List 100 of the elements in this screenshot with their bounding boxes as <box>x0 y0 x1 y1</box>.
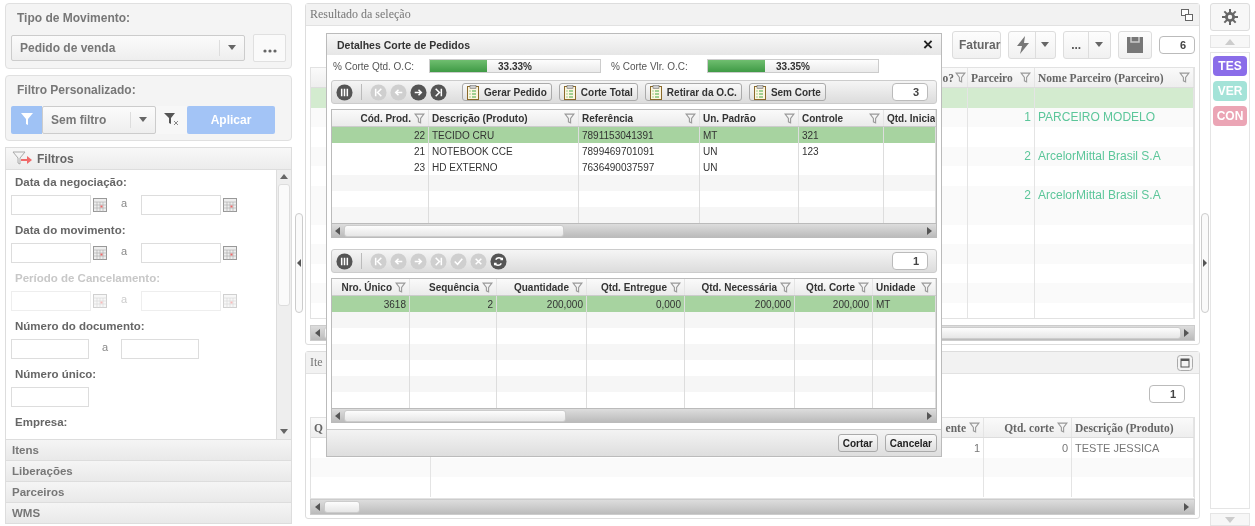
calendar-icon[interactable] <box>93 246 107 260</box>
scroll-thumb[interactable] <box>344 409 566 422</box>
calendar-icon[interactable] <box>223 198 237 212</box>
save-button[interactable] <box>1118 31 1152 59</box>
left-arrow-icon[interactable] <box>315 503 321 511</box>
settings-button[interactable] <box>1210 3 1250 31</box>
right-arrow-icon[interactable] <box>927 226 933 235</box>
scroll-thumb[interactable] <box>344 224 564 237</box>
accordion-section[interactable]: Liberações <box>5 461 292 482</box>
right-arrow-icon[interactable] <box>1184 503 1190 511</box>
calendar-icon[interactable] <box>93 198 107 212</box>
column-header[interactable]: Descrição (Produto) <box>1075 421 1174 434</box>
filter-icon[interactable] <box>858 281 869 293</box>
next-button[interactable] <box>410 83 427 101</box>
column-header[interactable]: Qtd. corte <box>987 421 1057 434</box>
action-button[interactable]: Gerar Pedido <box>462 83 552 101</box>
column-header[interactable]: Unidade <box>876 281 916 293</box>
column-header[interactable]: o? <box>942 71 954 84</box>
scroll-thumb[interactable] <box>324 501 360 513</box>
cut-button[interactable]: Cortar <box>837 434 878 452</box>
accordion-section[interactable]: WMS <box>5 503 292 524</box>
right-arrow-icon[interactable] <box>1184 329 1190 337</box>
left-arrow-icon[interactable] <box>315 329 321 337</box>
column-header[interactable]: Qtd. Corte <box>798 281 858 293</box>
column-header[interactable]: Qtd. Entregue <box>590 281 670 293</box>
filter-icon[interactable] <box>1179 72 1190 83</box>
column-header[interactable]: Controle <box>802 112 844 124</box>
column-header[interactable]: Descrição (Produto) <box>432 112 528 124</box>
column-header[interactable]: Cód. Prod. <box>335 112 414 124</box>
column-header[interactable]: Sequência <box>413 281 482 293</box>
filter-icon[interactable] <box>414 112 425 124</box>
column-header[interactable]: Parceiro <box>971 71 1013 84</box>
date-field[interactable] <box>141 243 221 263</box>
filter-icon[interactable] <box>1057 422 1068 433</box>
filter-button[interactable] <box>11 106 42 134</box>
right-arrow-icon[interactable] <box>927 411 933 420</box>
scroll-thumb[interactable] <box>278 184 290 306</box>
column-header[interactable]: Referência <box>582 112 634 124</box>
vertical-scrollbar[interactable] <box>276 170 291 439</box>
filter-icon[interactable] <box>1020 72 1031 83</box>
accordion-section[interactable]: Parceiros <box>5 482 292 503</box>
selected-row[interactable]: 22 TECIDO CRU 7891153041391 MT 321 <box>332 127 936 143</box>
column-header[interactable]: Quantidade <box>500 281 572 293</box>
filter-icon[interactable] <box>780 281 791 293</box>
column-header[interactable]: Nome Parceiro (Parceiro) <box>1038 71 1164 84</box>
collapse-handle[interactable] <box>294 213 303 313</box>
filter-icon[interactable] <box>395 281 406 293</box>
filter-icon[interactable] <box>564 112 575 124</box>
date-field[interactable] <box>141 195 221 215</box>
close-button[interactable]: × <box>921 36 935 53</box>
action-menu-button[interactable] <box>1008 31 1056 59</box>
selected-row[interactable]: 3618 2 200,000 0,000 200,000 200,000 MT <box>332 296 936 312</box>
accordion-section[interactable]: Itens <box>5 440 292 461</box>
column-header[interactable]: Qtd. Inicia <box>887 112 935 124</box>
maximize-icon[interactable] <box>1177 354 1193 371</box>
horizontal-scrollbar[interactable] <box>332 223 936 237</box>
movement-type-select[interactable]: Pedido de venda <box>11 35 246 61</box>
left-arrow-icon[interactable] <box>335 411 341 420</box>
columns-button[interactable] <box>336 83 353 101</box>
horizontal-scrollbar[interactable] <box>310 499 1195 515</box>
filter-icon[interactable] <box>482 281 493 293</box>
filter-select[interactable]: Sem filtro <box>42 106 156 134</box>
date-field[interactable] <box>11 243 91 263</box>
scroll-down-button[interactable] <box>1210 513 1250 526</box>
columns-button[interactable] <box>336 252 353 270</box>
horizontal-scrollbar[interactable] <box>332 408 936 422</box>
action-button[interactable]: Corte Total <box>558 83 638 101</box>
number-field[interactable] <box>11 387 89 407</box>
cancel-button[interactable]: Cancelar <box>884 434 937 452</box>
calendar-icon[interactable] <box>223 246 237 260</box>
collapse-handle[interactable] <box>1201 213 1209 313</box>
refresh-button[interactable] <box>490 252 507 270</box>
column-header[interactable]: Nro. Único <box>335 281 395 293</box>
windows-icon[interactable] <box>1181 8 1193 21</box>
invoice-button[interactable]: Faturar <box>952 31 1001 59</box>
filter-icon[interactable] <box>969 422 980 433</box>
number-field[interactable] <box>11 339 89 359</box>
column-header[interactable]: Qtd. Necessária <box>688 281 780 293</box>
filter-icon[interactable] <box>869 112 880 124</box>
table-row[interactable]: 21 NOTEBOOK CCE 7899469701091 UN 123 <box>332 143 936 159</box>
number-field[interactable] <box>121 339 199 359</box>
action-button[interactable]: Retirar da O.C. <box>644 83 742 101</box>
column-header[interactable]: Q <box>314 421 323 434</box>
column-header[interactable]: Un. Padrão <box>703 112 756 124</box>
filter-icon[interactable] <box>670 281 681 293</box>
up-arrow-icon[interactable] <box>280 174 288 180</box>
filter-icon[interactable] <box>784 112 795 124</box>
date-field[interactable] <box>11 195 91 215</box>
filters-header[interactable]: Filtros <box>5 147 292 170</box>
filter-icon[interactable] <box>572 281 583 293</box>
shortcut-badge[interactable]: TES <box>1213 56 1247 76</box>
filter-icon[interactable] <box>685 112 696 124</box>
down-arrow-icon[interactable] <box>280 429 288 435</box>
action-button[interactable]: Sem Corte <box>748 83 826 101</box>
filter-icon[interactable] <box>921 281 932 293</box>
left-arrow-icon[interactable] <box>335 226 341 235</box>
more-menu-button[interactable]: ... <box>1063 31 1111 59</box>
more-button[interactable] <box>253 34 286 62</box>
last-button[interactable] <box>430 83 447 101</box>
filter-icon[interactable] <box>955 72 966 83</box>
